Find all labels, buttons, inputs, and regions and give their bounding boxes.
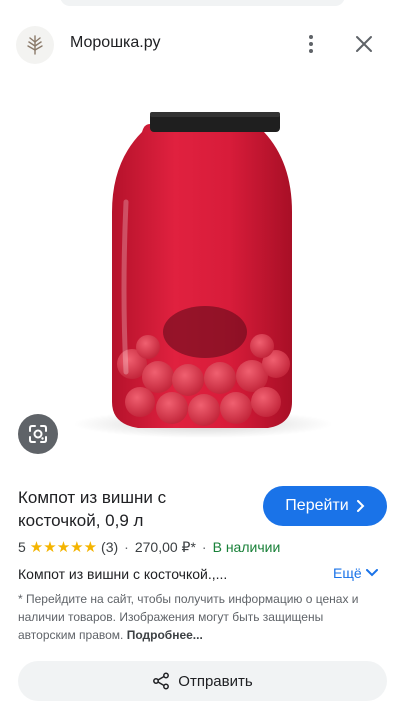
product-description: Компот из вишни с косточкой.,... [18,566,228,582]
review-count[interactable]: (3) [101,539,118,555]
availability-status: В наличии [212,539,281,555]
top-handle [60,0,345,6]
learn-more-link[interactable]: Подробнее... [127,628,203,642]
lens-search-button[interactable] [18,414,58,454]
product-title: Компот из вишни с косточкой, 0,9 л [18,488,167,530]
more-button[interactable]: Ещё [333,565,378,581]
product-image[interactable] [0,72,405,470]
more-vert-icon[interactable] [298,30,324,58]
lens-icon [29,425,47,443]
share-button[interactable]: Отправить [18,661,387,701]
go-to-site-button[interactable]: Перейти [263,486,387,526]
close-icon[interactable] [350,30,378,58]
separator: · [201,539,207,555]
share-icon [153,672,170,690]
share-label: Отправить [178,672,253,690]
header: Морошка.ру [0,18,405,70]
site-name[interactable]: Морошка.ру [70,34,160,52]
chevron-right-icon [356,500,365,512]
site-logo[interactable] [16,26,54,64]
rating-value: 5 [18,539,26,555]
separator: · [124,539,129,555]
go-button-label: Перейти [285,497,349,514]
product-meta: 5 ★★★★★ (3) · 270,00 ₽* · В наличии [18,538,281,557]
star-rating: ★★★★★ [29,539,98,556]
more-label: Ещё [333,565,362,581]
price: 270,00 ₽* [134,538,196,555]
moroshka-branch-logo-icon [27,35,43,55]
cherry-compote-jar-image [73,112,333,438]
chevron-down-icon [365,569,378,577]
disclaimer: * Перейдите на сайт, чтобы получить инфо… [18,590,368,644]
